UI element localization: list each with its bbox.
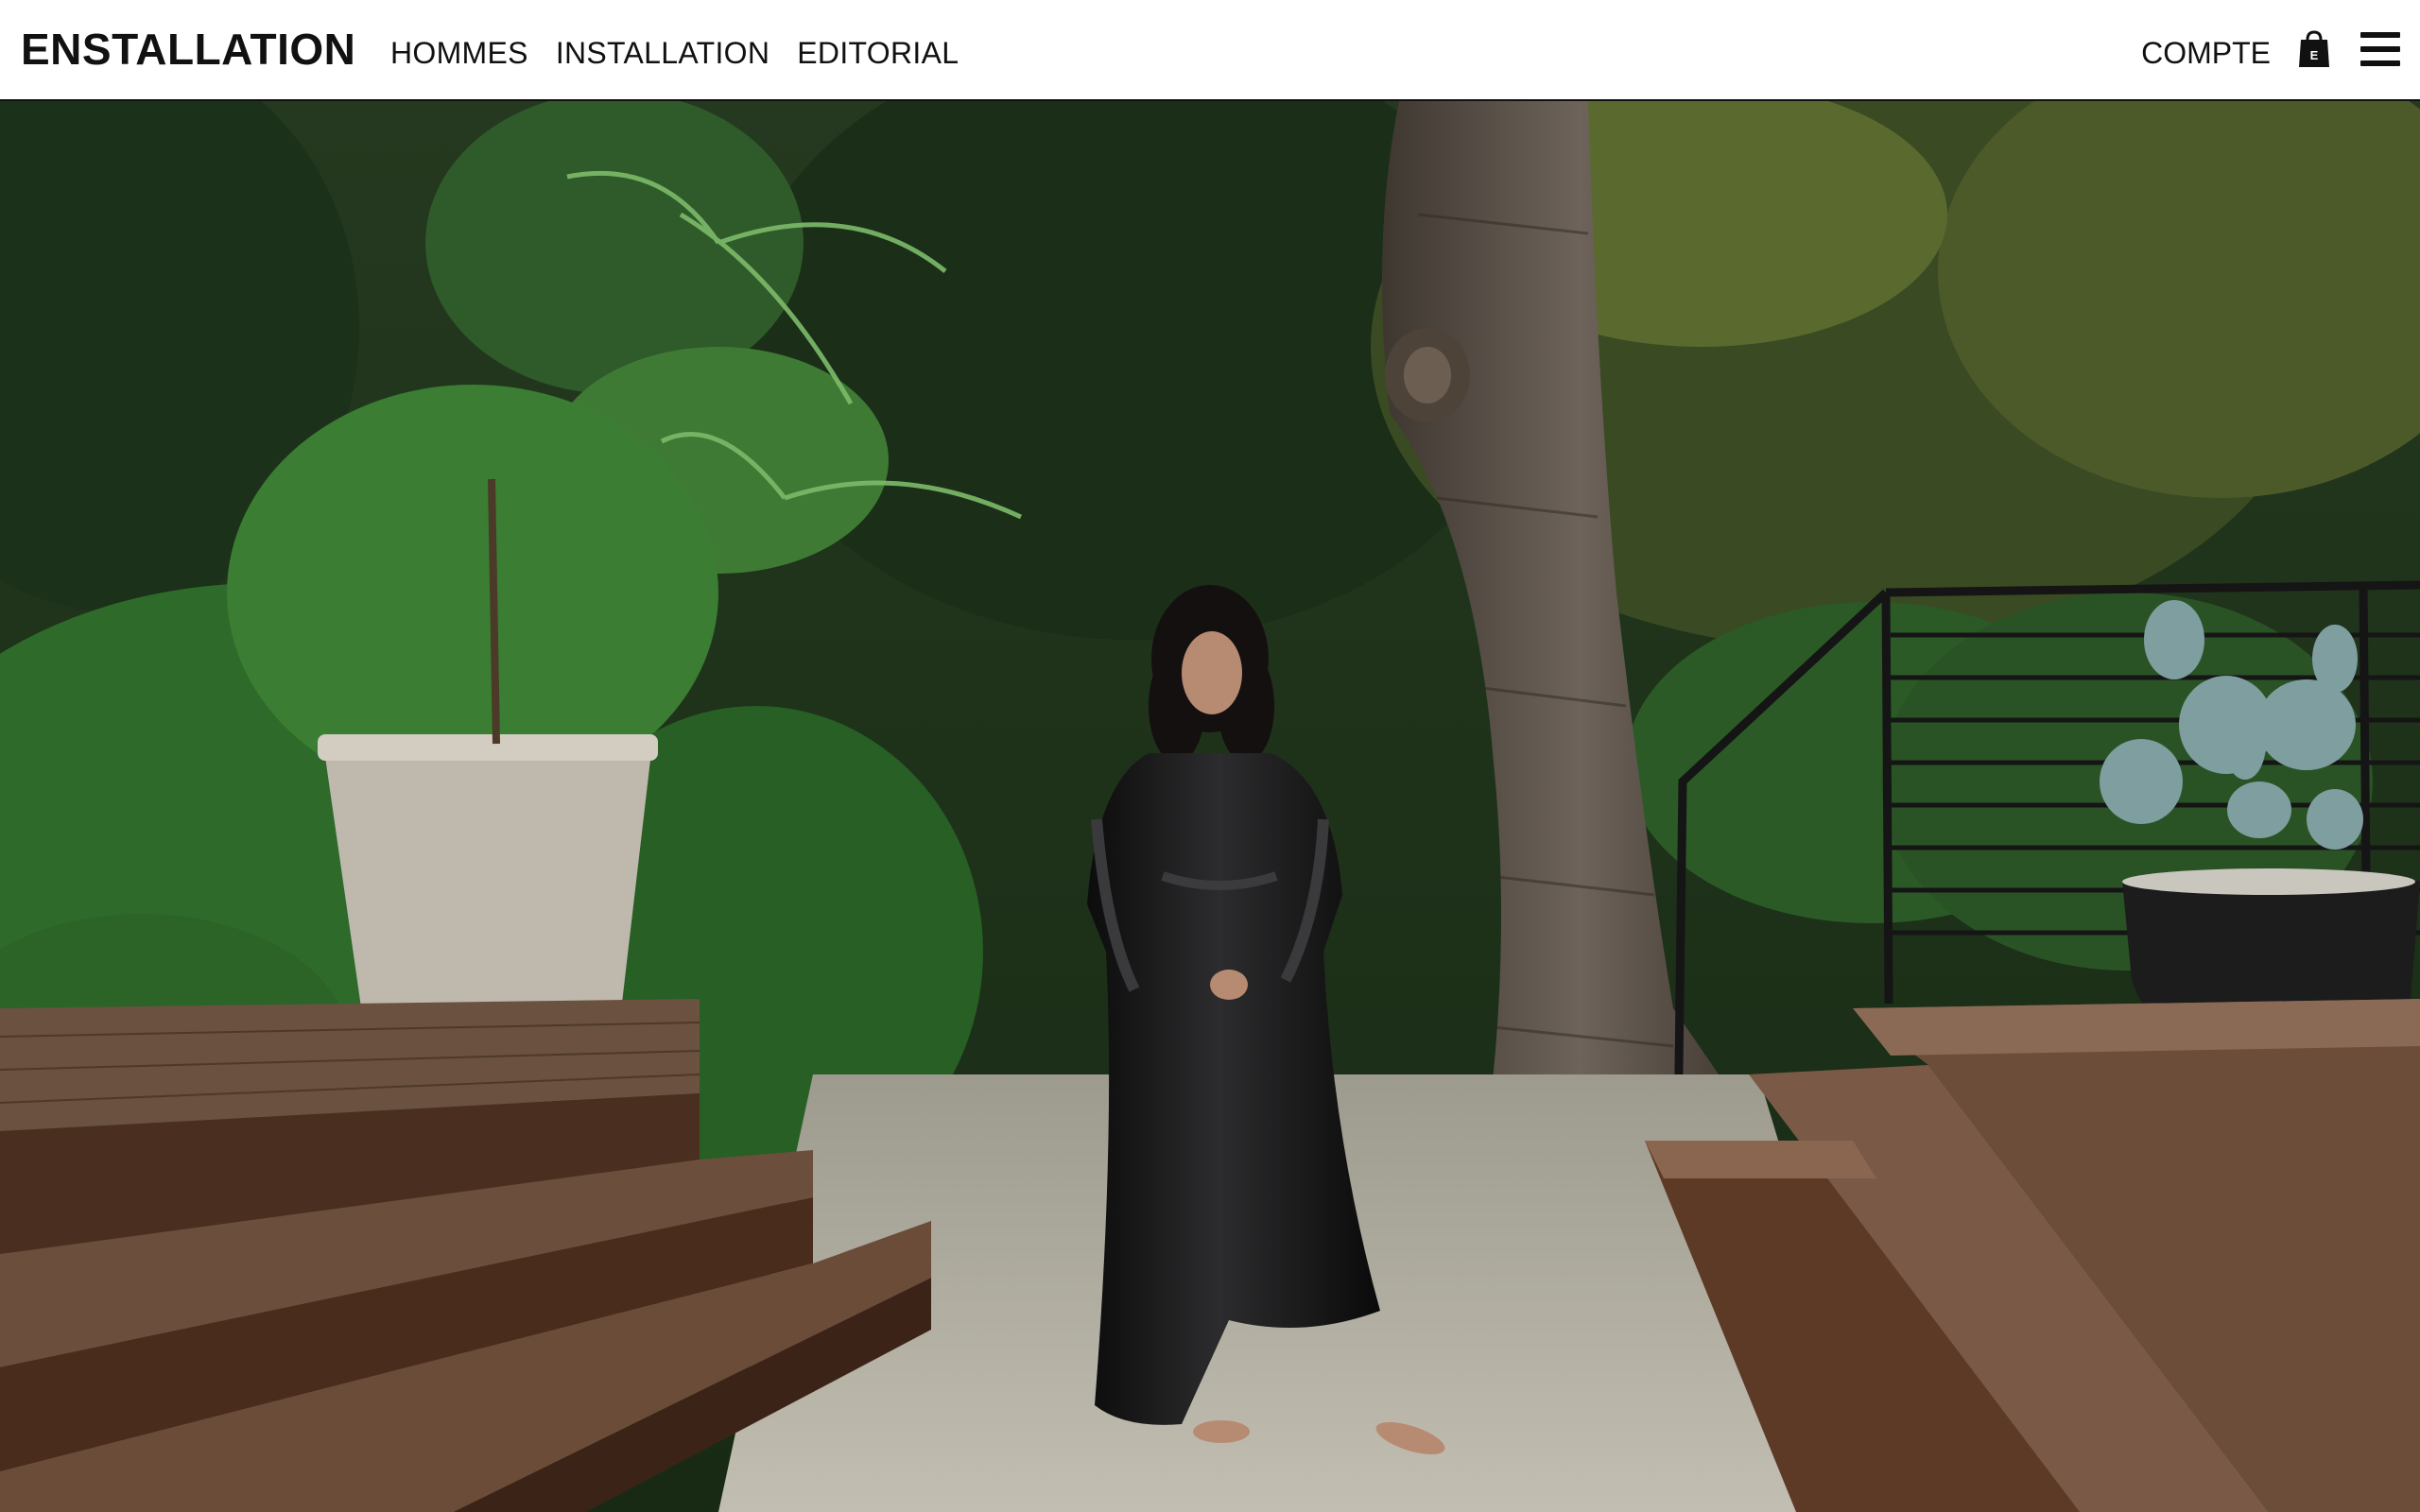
nav-item-editorial[interactable]: EDITORIAL [797,34,959,72]
account-link[interactable]: COMPTE [2141,34,2271,72]
site-header: ENSTALLATION HOMMES INSTALLATION EDITORI… [0,0,2420,101]
main-nav: HOMMES INSTALLATION EDITORIAL [390,34,959,72]
brand-logo[interactable]: ENSTALLATION [21,23,355,76]
shopping-bag-icon[interactable]: E [2298,30,2330,68]
hero-carousel[interactable] [0,101,2420,1512]
menu-bar [2360,60,2400,66]
hamburger-menu-icon[interactable] [2360,32,2400,66]
bag-letter: E [2310,48,2319,62]
menu-bar [2360,46,2400,52]
nav-item-hommes[interactable]: HOMMES [390,34,528,72]
nav-item-installation[interactable]: INSTALLATION [556,34,769,72]
hero-image [0,101,2420,1512]
menu-bar [2360,32,2400,38]
